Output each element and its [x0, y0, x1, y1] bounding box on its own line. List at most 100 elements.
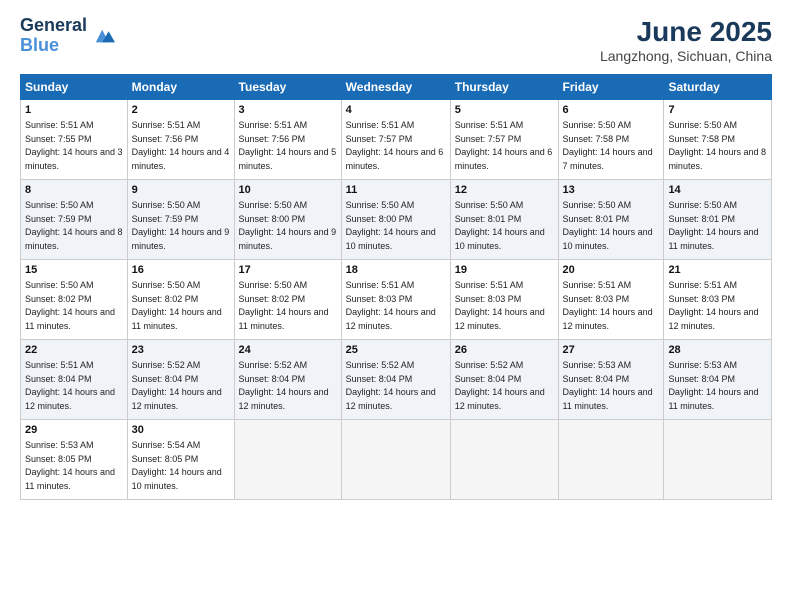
col-tuesday: Tuesday — [234, 75, 341, 100]
day-info: Sunrise: 5:52 AMSunset: 8:04 PMDaylight:… — [455, 360, 545, 411]
col-thursday: Thursday — [450, 75, 558, 100]
table-row: 8 Sunrise: 5:50 AMSunset: 7:59 PMDaylight… — [21, 180, 128, 260]
calendar-week-row: 29 Sunrise: 5:53 AMSunset: 8:05 PMDayligh… — [21, 420, 772, 500]
day-number: 9 — [132, 183, 230, 198]
day-info: Sunrise: 5:50 AMSunset: 7:58 PMDaylight:… — [668, 120, 766, 171]
day-number: 2 — [132, 103, 230, 118]
day-number: 19 — [455, 263, 554, 278]
day-number: 11 — [346, 183, 446, 198]
day-number: 22 — [25, 343, 123, 358]
table-row: 24 Sunrise: 5:52 AMSunset: 8:04 PMDayligh… — [234, 340, 341, 420]
calendar-header-row: Sunday Monday Tuesday Wednesday Thursday… — [21, 75, 772, 100]
table-row: 22 Sunrise: 5:51 AMSunset: 8:04 PMDayligh… — [21, 340, 128, 420]
table-row: 21 Sunrise: 5:51 AMSunset: 8:03 PMDayligh… — [664, 260, 772, 340]
table-row: 19 Sunrise: 5:51 AMSunset: 8:03 PMDayligh… — [450, 260, 558, 340]
day-number: 10 — [239, 183, 337, 198]
day-info: Sunrise: 5:50 AMSunset: 7:58 PMDaylight:… — [563, 120, 653, 171]
day-number: 5 — [455, 103, 554, 118]
day-info: Sunrise: 5:50 AMSunset: 8:00 PMDaylight:… — [346, 200, 436, 251]
month-title: June 2025 — [600, 16, 772, 48]
table-row: 30 Sunrise: 5:54 AMSunset: 8:05 PMDayligh… — [127, 420, 234, 500]
day-info: Sunrise: 5:52 AMSunset: 8:04 PMDaylight:… — [239, 360, 329, 411]
day-info: Sunrise: 5:50 AMSunset: 8:00 PMDaylight:… — [239, 200, 337, 251]
day-info: Sunrise: 5:50 AMSunset: 7:59 PMDaylight:… — [25, 200, 123, 251]
table-row — [664, 420, 772, 500]
calendar-week-row: 22 Sunrise: 5:51 AMSunset: 8:04 PMDayligh… — [21, 340, 772, 420]
table-row: 10 Sunrise: 5:50 AMSunset: 8:00 PMDayligh… — [234, 180, 341, 260]
table-row: 15 Sunrise: 5:50 AMSunset: 8:02 PMDayligh… — [21, 260, 128, 340]
day-number: 13 — [563, 183, 660, 198]
table-row: 16 Sunrise: 5:50 AMSunset: 8:02 PMDayligh… — [127, 260, 234, 340]
day-info: Sunrise: 5:52 AMSunset: 8:04 PMDaylight:… — [346, 360, 436, 411]
day-number: 26 — [455, 343, 554, 358]
table-row: 27Sunrise: 5:53 AMSunset: 8:04 PMDayligh… — [558, 340, 664, 420]
day-info: Sunrise: 5:50 AMSunset: 8:02 PMDaylight:… — [132, 280, 222, 331]
table-row — [341, 420, 450, 500]
day-info: Sunrise: 5:51 AMSunset: 8:03 PMDaylight:… — [455, 280, 545, 331]
day-info: Sunrise: 5:51 AMSunset: 7:57 PMDaylight:… — [455, 120, 553, 171]
day-number: 6 — [563, 103, 660, 118]
table-row: 1 Sunrise: 5:51 AMSunset: 7:55 PMDaylight… — [21, 100, 128, 180]
day-number: 20 — [563, 263, 660, 278]
day-info: Sunrise: 5:51 AMSunset: 8:03 PMDaylight:… — [346, 280, 436, 331]
col-friday: Friday — [558, 75, 664, 100]
day-info: Sunrise: 5:51 AMSunset: 7:57 PMDaylight:… — [346, 120, 444, 171]
logo-icon — [91, 26, 115, 46]
table-row: 2 Sunrise: 5:51 AMSunset: 7:56 PMDaylight… — [127, 100, 234, 180]
day-info: Sunrise: 5:50 AMSunset: 8:01 PMDaylight:… — [668, 200, 758, 251]
table-row: 26 Sunrise: 5:52 AMSunset: 8:04 PMDayligh… — [450, 340, 558, 420]
table-row: 12 Sunrise: 5:50 AMSunset: 8:01 PMDayligh… — [450, 180, 558, 260]
table-row: 23Sunrise: 5:52 AMSunset: 8:04 PMDayligh… — [127, 340, 234, 420]
table-row: 6 Sunrise: 5:50 AMSunset: 7:58 PMDaylight… — [558, 100, 664, 180]
day-info: Sunrise: 5:51 AMSunset: 8:03 PMDaylight:… — [668, 280, 758, 331]
day-number: 4 — [346, 103, 446, 118]
table-row — [558, 420, 664, 500]
table-row: 28 Sunrise: 5:53 AMSunset: 8:04 PMDayligh… — [664, 340, 772, 420]
day-number: 25 — [346, 343, 446, 358]
day-number: 16 — [132, 263, 230, 278]
day-number: 15 — [25, 263, 123, 278]
day-info: Sunrise: 5:51 AMSunset: 7:56 PMDaylight:… — [132, 120, 230, 171]
table-row — [234, 420, 341, 500]
day-number: 21 — [668, 263, 767, 278]
day-number: 23 — [132, 343, 230, 358]
location: Langzhong, Sichuan, China — [600, 48, 772, 64]
table-row: 3 Sunrise: 5:51 AMSunset: 7:56 PMDaylight… — [234, 100, 341, 180]
day-number: 24 — [239, 343, 337, 358]
day-number: 30 — [132, 423, 230, 438]
day-info: Sunrise: 5:50 AMSunset: 8:02 PMDaylight:… — [25, 280, 115, 331]
day-info: Sunrise: 5:53 AMSunset: 8:04 PMDaylight:… — [668, 360, 758, 411]
table-row: 29 Sunrise: 5:53 AMSunset: 8:05 PMDayligh… — [21, 420, 128, 500]
day-info: Sunrise: 5:50 AMSunset: 7:59 PMDaylight:… — [132, 200, 230, 251]
day-number: 29 — [25, 423, 123, 438]
col-saturday: Saturday — [664, 75, 772, 100]
day-number: 28 — [668, 343, 767, 358]
day-info: Sunrise: 5:50 AMSunset: 8:02 PMDaylight:… — [239, 280, 329, 331]
table-row: 11 Sunrise: 5:50 AMSunset: 8:00 PMDayligh… — [341, 180, 450, 260]
calendar-table: Sunday Monday Tuesday Wednesday Thursday… — [20, 74, 772, 500]
day-info: Sunrise: 5:53 AMSunset: 8:05 PMDaylight:… — [25, 440, 115, 491]
day-number: 18 — [346, 263, 446, 278]
table-row: 18 Sunrise: 5:51 AMSunset: 8:03 PMDayligh… — [341, 260, 450, 340]
day-number: 12 — [455, 183, 554, 198]
day-info: Sunrise: 5:51 AMSunset: 7:55 PMDaylight:… — [25, 120, 123, 171]
day-info: Sunrise: 5:51 AMSunset: 8:03 PMDaylight:… — [563, 280, 653, 331]
calendar-week-row: 15 Sunrise: 5:50 AMSunset: 8:02 PMDayligh… — [21, 260, 772, 340]
col-sunday: Sunday — [21, 75, 128, 100]
calendar-week-row: 1 Sunrise: 5:51 AMSunset: 7:55 PMDaylight… — [21, 100, 772, 180]
header: GeneralBlue June 2025 Langzhong, Sichuan… — [20, 16, 772, 64]
day-info: Sunrise: 5:51 AMSunset: 7:56 PMDaylight:… — [239, 120, 337, 171]
logo-text: GeneralBlue — [20, 16, 87, 56]
day-number: 3 — [239, 103, 337, 118]
day-number: 27 — [563, 343, 660, 358]
table-row: 13 Sunrise: 5:50 AMSunset: 8:01 PMDayligh… — [558, 180, 664, 260]
day-number: 8 — [25, 183, 123, 198]
day-number: 1 — [25, 103, 123, 118]
day-info: Sunrise: 5:50 AMSunset: 8:01 PMDaylight:… — [455, 200, 545, 251]
day-number: 7 — [668, 103, 767, 118]
day-info: Sunrise: 5:50 AMSunset: 8:01 PMDaylight:… — [563, 200, 653, 251]
day-number: 14 — [668, 183, 767, 198]
title-block: June 2025 Langzhong, Sichuan, China — [600, 16, 772, 64]
day-info: Sunrise: 5:54 AMSunset: 8:05 PMDaylight:… — [132, 440, 222, 491]
day-info: Sunrise: 5:51 AMSunset: 8:04 PMDaylight:… — [25, 360, 115, 411]
